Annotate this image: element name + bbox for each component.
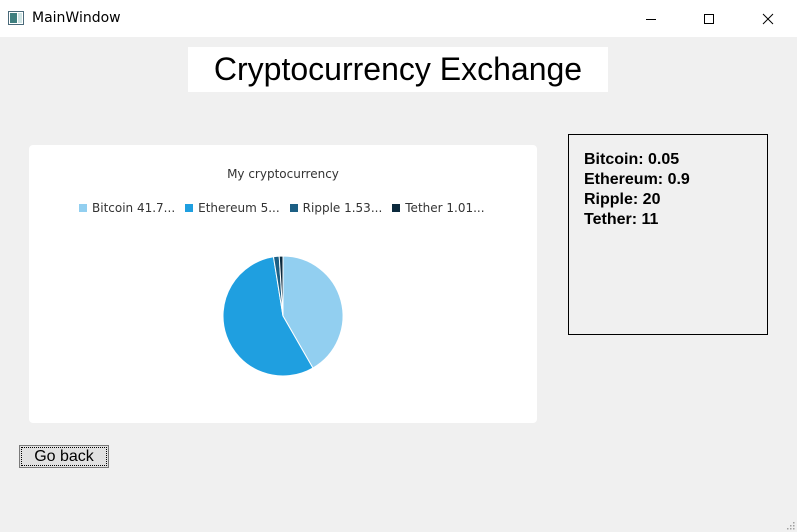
- minimize-button[interactable]: [622, 0, 680, 37]
- minimize-icon: [646, 18, 656, 20]
- maximize-icon: [704, 13, 714, 24]
- title-bar[interactable]: MainWindow: [0, 0, 797, 37]
- close-icon: [762, 13, 774, 24]
- maximize-button[interactable]: [680, 0, 738, 37]
- window-title: MainWindow: [32, 10, 121, 26]
- page-title: Cryptocurrency Exchange: [213, 51, 583, 87]
- balance-tether: Tether: 11: [584, 211, 659, 228]
- close-button[interactable]: [739, 0, 797, 37]
- pie-chart: [222, 255, 344, 377]
- balance-ripple: Ripple: 20: [584, 191, 661, 208]
- balance-list: Bitcoin: 0.05 Ethereum: 0.9 Ripple: 20 T…: [584, 150, 690, 230]
- main-window: MainWindow Cryptocurrency Exchange My cr…: [0, 0, 797, 532]
- balance-bitcoin: Bitcoin: 0.05: [584, 151, 680, 168]
- app-icon: [8, 11, 24, 25]
- balance-panel: Bitcoin: 0.05 Ethereum: 0.9 Ripple: 20 T…: [568, 134, 768, 335]
- chart-panel: My cryptocurrency Bitcoin 41.7... Ethere…: [29, 145, 537, 423]
- balance-ethereum: Ethereum: 0.9: [584, 171, 690, 188]
- header-banner: Cryptocurrency Exchange: [188, 47, 608, 92]
- go-back-button[interactable]: Go back: [19, 445, 109, 468]
- resize-grip-icon[interactable]: [787, 522, 795, 530]
